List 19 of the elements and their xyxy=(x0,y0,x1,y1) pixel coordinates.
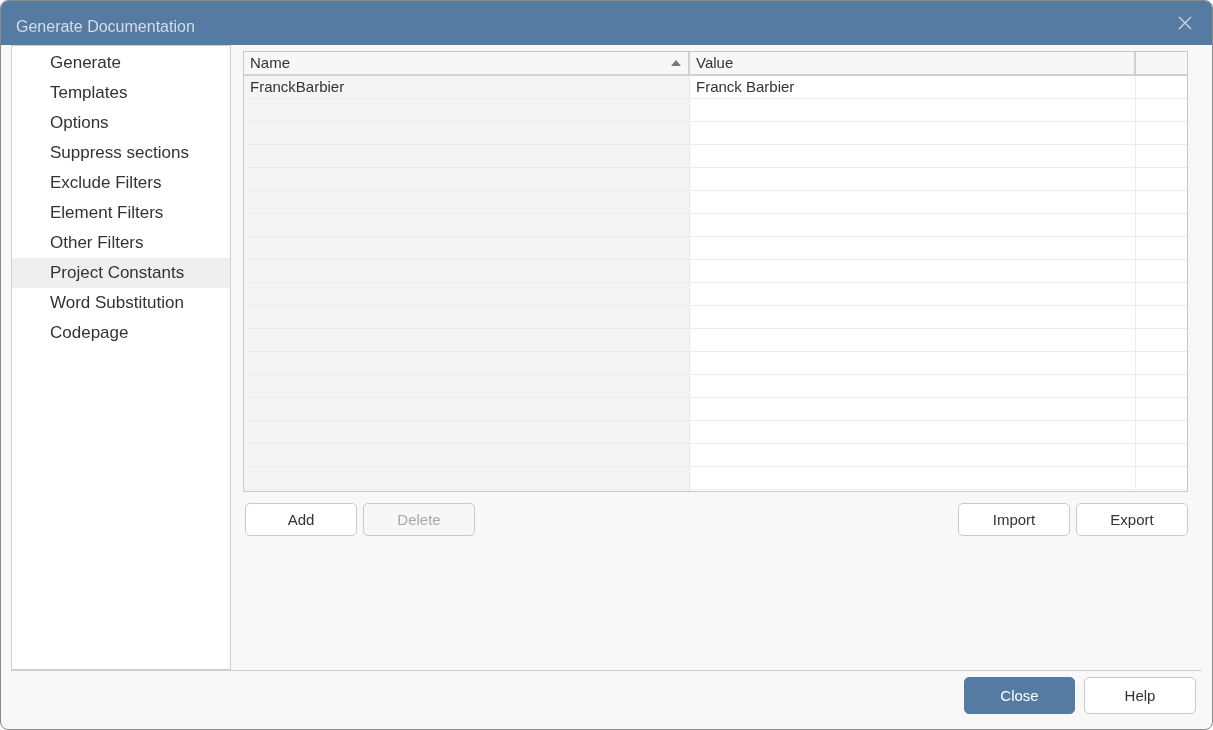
button[interactable]: Export xyxy=(1076,503,1188,536)
sidebar-item[interactable]: Other Filters xyxy=(12,228,230,258)
window-title: Generate Documentation xyxy=(16,18,195,36)
sidebar-item[interactable]: Codepage xyxy=(12,318,230,348)
sidebar-item[interactable]: Project Constants xyxy=(12,258,230,288)
table-cell: FranckBarbier xyxy=(244,76,690,98)
sidebar-item[interactable]: Templates xyxy=(12,78,230,108)
button[interactable]: Close xyxy=(964,677,1075,714)
sidebar-item[interactable]: Suppress sections xyxy=(12,138,230,168)
sidebar-item[interactable]: Exclude Filters xyxy=(12,168,230,198)
button[interactable]: Import xyxy=(958,503,1070,536)
sidebar-item[interactable]: Generate xyxy=(12,48,230,78)
table-cell: Franck Barbier xyxy=(690,76,1136,98)
button[interactable]: Add xyxy=(245,503,357,536)
sidebar-item[interactable]: Word Substitution xyxy=(12,288,230,318)
sidebar-item[interactable]: Options xyxy=(12,108,230,138)
button[interactable]: Help xyxy=(1084,677,1196,714)
close-icon[interactable] xyxy=(1178,16,1192,30)
sidebar-item[interactable]: Element Filters xyxy=(12,198,230,228)
